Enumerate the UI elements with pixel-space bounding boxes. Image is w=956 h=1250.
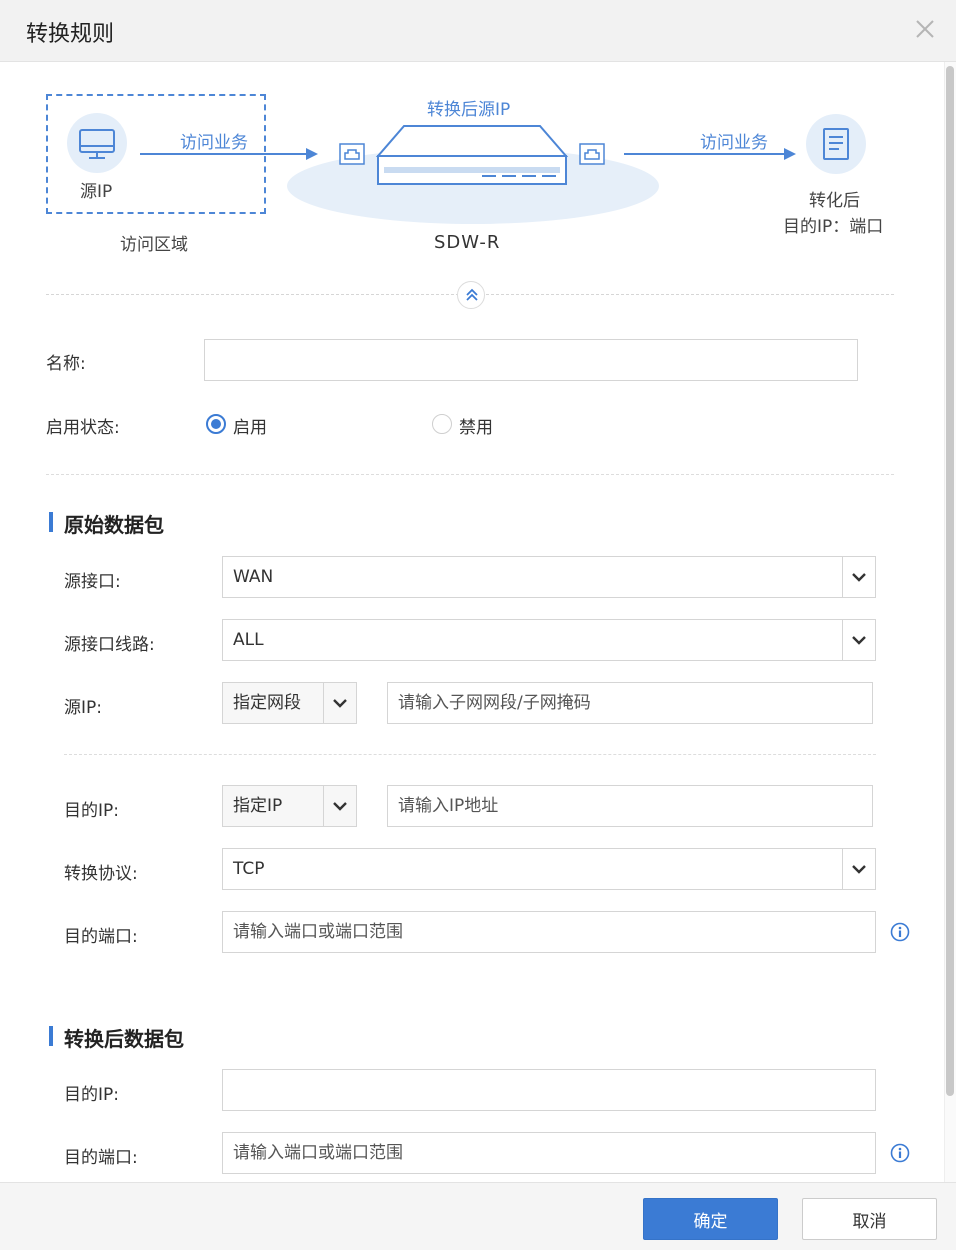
status-disabled-radio[interactable] bbox=[432, 414, 452, 434]
document-icon bbox=[806, 114, 866, 174]
section-marker bbox=[49, 1026, 53, 1046]
section-divider bbox=[46, 474, 894, 475]
scrollbar-thumb[interactable] bbox=[946, 66, 954, 1096]
translated-dest-port-label: 目的端口: bbox=[64, 1148, 138, 1168]
translated-dest-ip-label: 目的IP: bbox=[64, 1085, 119, 1105]
close-icon[interactable] bbox=[912, 16, 938, 42]
source-interface-select[interactable]: WAN bbox=[222, 556, 876, 598]
status-disabled-label[interactable]: 禁用 bbox=[459, 413, 493, 438]
dest-port-label: 目的端口: bbox=[64, 927, 138, 947]
dest-port-input[interactable] bbox=[222, 911, 876, 953]
conversion-rule-dialog: 转换规则 源IP 访问区域 访问业务 转换后源IP SDW-R 访问业务 转化后… bbox=[0, 0, 956, 1250]
protocol-label: 转换协议: bbox=[64, 864, 138, 884]
topology-diagram: 源IP 访问区域 访问业务 转换后源IP SDW-R 访问业务 转化后 目的IP… bbox=[0, 62, 944, 309]
source-line-select[interactable]: ALL bbox=[222, 619, 876, 661]
name-label: 名称: bbox=[46, 354, 86, 374]
source-interface-value: WAN bbox=[233, 567, 274, 587]
dest-ip-type-value: 指定IP bbox=[233, 796, 283, 816]
source-interface-label: 源接口: bbox=[64, 572, 121, 592]
section-marker bbox=[49, 512, 53, 532]
dialog-body: 源IP 访问区域 访问业务 转换后源IP SDW-R 访问业务 转化后 目的IP… bbox=[0, 62, 944, 1182]
source-ip-label: 源IP bbox=[80, 182, 113, 202]
translated-dest-port-input[interactable] bbox=[222, 1132, 876, 1174]
source-ip-type-value: 指定网段 bbox=[233, 693, 301, 713]
cancel-button[interactable]: 取消 bbox=[802, 1198, 937, 1240]
device-name: SDW-R bbox=[434, 232, 501, 253]
access-zone-label: 访问区域 bbox=[120, 235, 188, 255]
info-icon[interactable] bbox=[890, 922, 910, 942]
original-packet-title: 原始数据包 bbox=[64, 513, 164, 537]
translated-label: 转化后 bbox=[809, 191, 860, 211]
status-enabled-radio[interactable] bbox=[206, 414, 226, 434]
ethernet-port-icon bbox=[339, 143, 365, 165]
source-ip-input[interactable] bbox=[387, 682, 873, 724]
source-line-value: ALL bbox=[233, 630, 264, 650]
status-label: 启用状态: bbox=[46, 418, 120, 438]
chevron-down-icon[interactable] bbox=[842, 849, 875, 889]
confirm-button[interactable]: 确定 bbox=[643, 1198, 778, 1240]
dest-ip-input[interactable] bbox=[387, 785, 873, 827]
status-enabled-label[interactable]: 启用 bbox=[233, 413, 267, 438]
source-line-label: 源接口线路: bbox=[64, 635, 155, 655]
field-divider bbox=[64, 754, 876, 755]
dest-ip-label: 目的IP: bbox=[64, 801, 119, 821]
protocol-value: TCP bbox=[233, 859, 265, 879]
chevron-down-icon[interactable] bbox=[842, 557, 875, 597]
double-chevron-up-icon bbox=[466, 288, 478, 301]
chevron-down-icon[interactable] bbox=[842, 620, 875, 660]
router-icon bbox=[375, 125, 569, 185]
info-icon[interactable] bbox=[890, 1143, 910, 1163]
chevron-down-icon[interactable] bbox=[323, 786, 356, 826]
arrow-right-icon bbox=[624, 148, 796, 160]
source-ip-label: 源IP: bbox=[64, 698, 102, 718]
dialog-title: 转换规则 bbox=[26, 22, 115, 47]
dest-ip-type-select[interactable]: 指定IP bbox=[222, 785, 357, 827]
ethernet-port-icon bbox=[579, 143, 605, 165]
dialog-header: 转换规则 bbox=[0, 0, 956, 62]
translated-dest-ip-input[interactable] bbox=[222, 1069, 876, 1111]
source-ip-type-select[interactable]: 指定网段 bbox=[222, 682, 357, 724]
name-input[interactable] bbox=[204, 339, 858, 381]
translated-packet-title: 转换后数据包 bbox=[64, 1027, 184, 1051]
translated-source-ip-label: 转换后源IP bbox=[427, 100, 511, 120]
protocol-select[interactable]: TCP bbox=[222, 848, 876, 890]
monitor-icon bbox=[67, 113, 127, 173]
collapse-button[interactable] bbox=[457, 281, 485, 309]
translated-dest-label: 目的IP：端口 bbox=[783, 217, 884, 237]
chevron-down-icon[interactable] bbox=[323, 683, 356, 723]
dialog-footer: 确定 取消 bbox=[0, 1182, 956, 1250]
